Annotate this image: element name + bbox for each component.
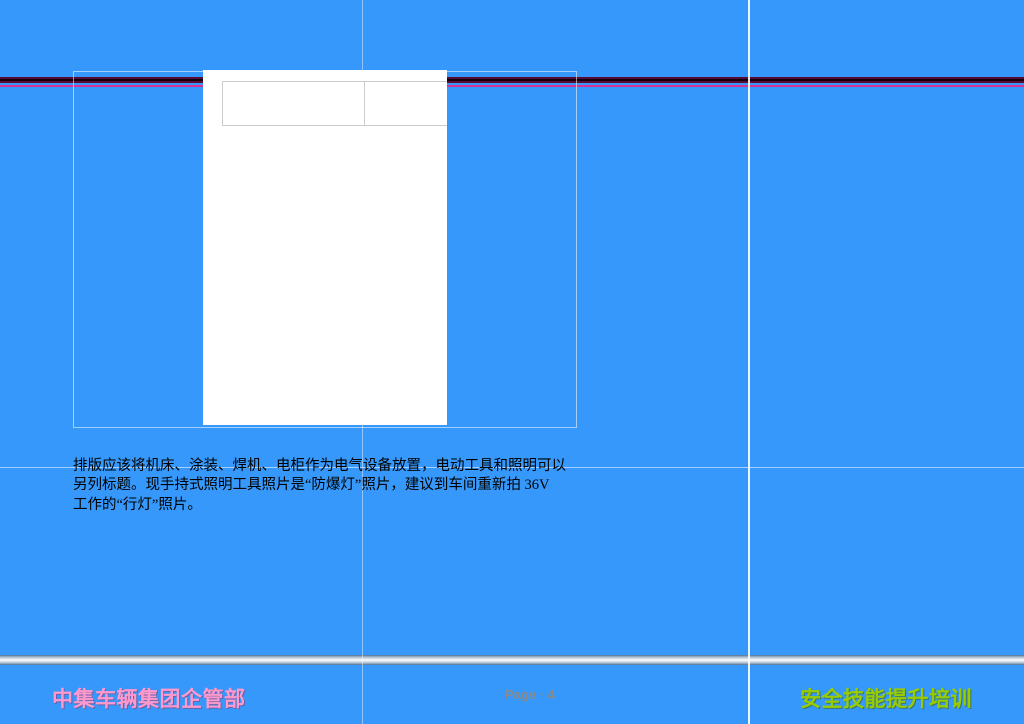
footer-company-name: 中集车辆集团企管部 xyxy=(52,688,246,711)
body-text-line-2: 另列标题。现手持式照明工具照片是“防爆灯”照片，建议到车间重新拍 36V xyxy=(73,477,550,494)
slide-canvas: 排版应该将机床、涂装、焊机、电柜作为电气设备放置，电动工具和照明可以 另列标题。… xyxy=(0,0,1024,724)
table-cell-right xyxy=(365,82,447,125)
guide-line-vertical-right xyxy=(748,0,750,724)
body-text: 排版应该将机床、涂装、焊机、电柜作为电气设备放置，电动工具和照明可以 另列标题。… xyxy=(73,457,583,515)
image-panel xyxy=(203,70,447,425)
footer-page-number: Page · 4 xyxy=(505,687,555,702)
table-cell-left xyxy=(223,82,365,125)
body-text-line-1: 排版应该将机床、涂装、焊机、电柜作为电气设备放置，电动工具和照明可以 xyxy=(73,458,566,474)
footer-training-title: 安全技能提升培训 xyxy=(800,688,972,711)
embedded-table xyxy=(222,81,447,126)
footer-bar xyxy=(0,655,1024,665)
body-text-line-3: 工作的“行灯”照片。 xyxy=(73,496,202,513)
